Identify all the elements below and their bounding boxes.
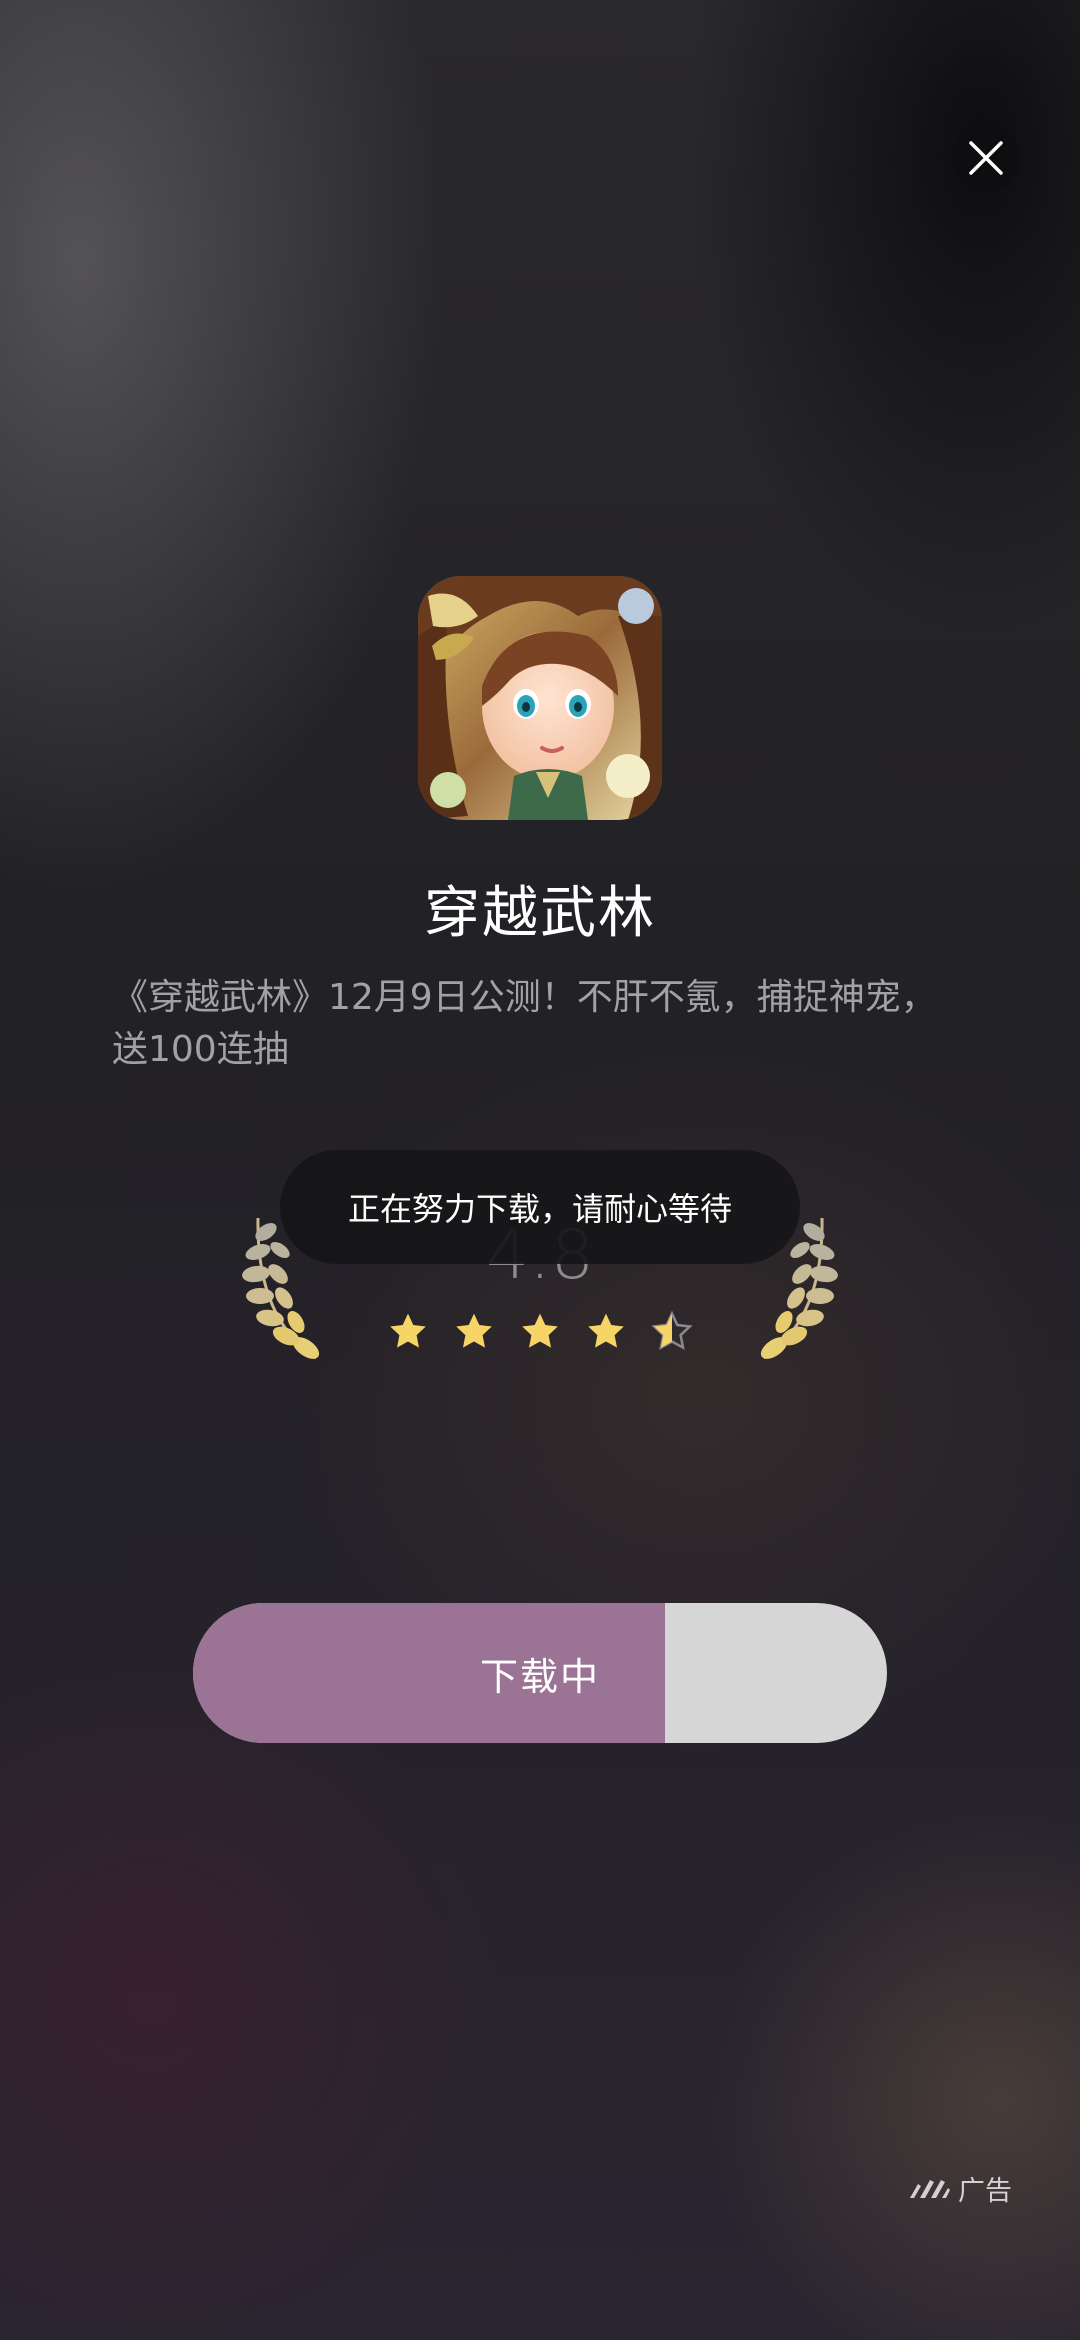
star-icon (390, 1313, 426, 1348)
ad-screen: 穿越武林 《穿越武林》12月9日公测！不肝不氪，捕捉神宠，送100连抽 正在努力… (0, 0, 1080, 2340)
app-name: 穿越武林 (424, 881, 656, 946)
download-toast: 正在努力下载，请耐心等待 (280, 1150, 800, 1264)
ad-tag: 广告 (908, 2168, 1012, 2208)
ad-label: 广告 (958, 2175, 1012, 2207)
close-button[interactable] (952, 124, 1020, 192)
half-star-icon (651, 1310, 693, 1351)
app-description: 《穿越武林》12月9日公测！不肝不氪，捕捉神宠，送100连抽 (112, 977, 937, 1070)
star-icon (522, 1313, 558, 1348)
close-icon (969, 141, 1003, 175)
app-icon[interactable] (418, 576, 662, 820)
download-button-label: 下载中 (479, 1654, 600, 1699)
star-icon (456, 1313, 492, 1348)
ad-logo-icon (910, 2180, 950, 2198)
rating-stars (0, 1310, 1080, 1354)
download-progress-button[interactable]: 下载中 (193, 1603, 887, 1743)
star-icon (588, 1313, 624, 1348)
